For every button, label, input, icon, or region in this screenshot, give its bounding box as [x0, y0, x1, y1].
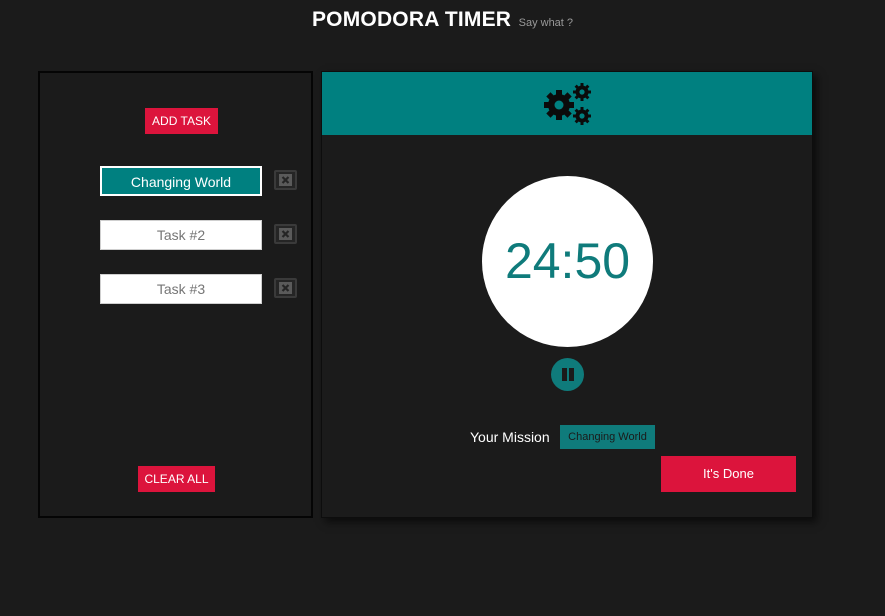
pause-button[interactable]	[551, 358, 584, 391]
settings-bar	[322, 72, 812, 135]
task-row: Task #3	[100, 274, 300, 306]
tasks-panel: ADD TASK Changing World Task #2 Task #3	[38, 71, 313, 518]
timer-clock: 24:50	[482, 176, 653, 347]
page-title: POMODORA TIMER	[311, 8, 512, 31]
delete-task-button[interactable]	[274, 170, 297, 190]
mission-value: Changing World	[560, 425, 655, 449]
add-task-button[interactable]: ADD TASK	[145, 108, 218, 134]
page-subtitle: Say what ?	[518, 17, 574, 29]
pause-icon	[562, 368, 567, 381]
mission-label: Your Mission	[470, 429, 550, 445]
close-icon	[279, 282, 292, 294]
delete-task-button[interactable]	[274, 278, 297, 298]
gears-icon[interactable]	[542, 81, 594, 127]
task-row: Task #2	[100, 220, 300, 252]
task-input[interactable]: Task #3	[100, 274, 262, 304]
done-button[interactable]: It's Done	[661, 456, 796, 492]
task-input[interactable]: Changing World	[100, 166, 262, 196]
app-page: POMODORA TIMER Say what ? ADD TASK Chang…	[0, 0, 885, 616]
close-icon	[279, 174, 292, 186]
task-input[interactable]: Task #2	[100, 220, 262, 250]
clear-all-button[interactable]: CLEAR ALL	[138, 466, 215, 492]
timer-panel: 24:50 Your Mission Changing World It's D…	[321, 71, 813, 518]
task-row: Changing World	[100, 166, 300, 198]
close-icon	[279, 228, 292, 240]
header: POMODORA TIMER Say what ?	[0, 8, 885, 32]
delete-task-button[interactable]	[274, 224, 297, 244]
timer-display: 24:50	[504, 233, 631, 289]
